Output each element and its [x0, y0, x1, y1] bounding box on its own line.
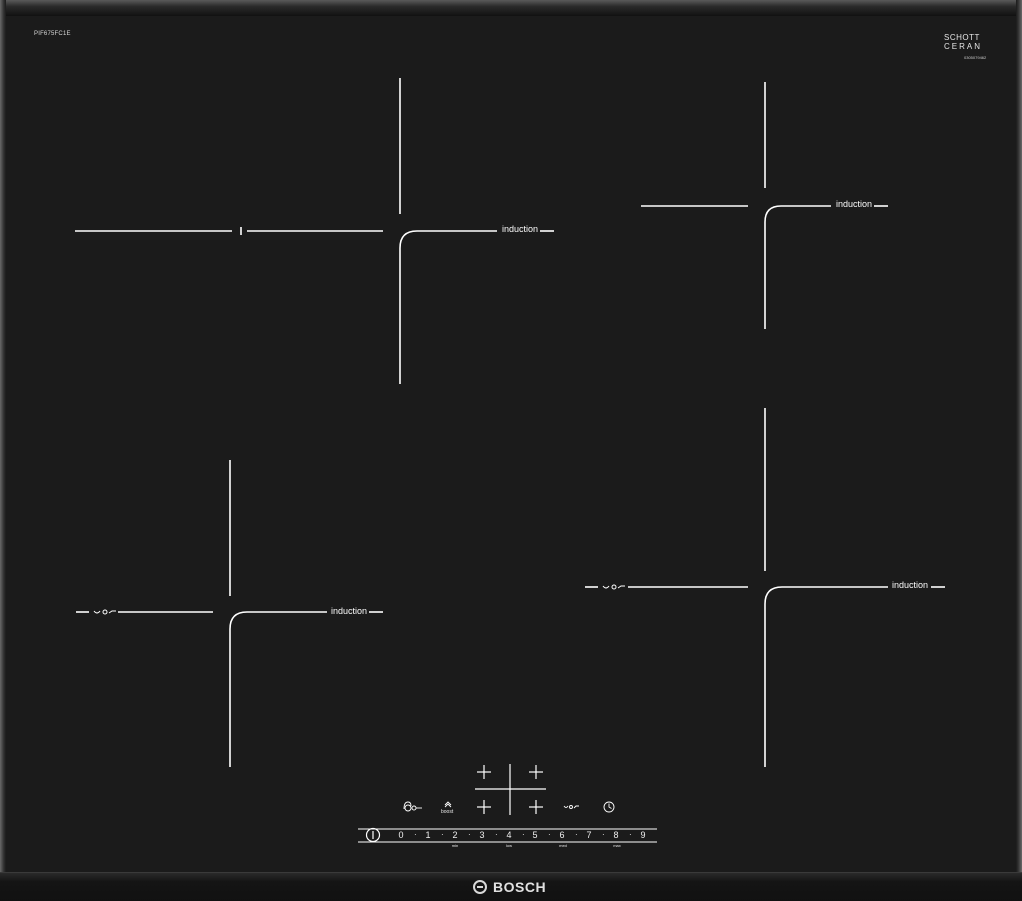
power-level-2[interactable]: 2: [448, 830, 462, 840]
scale-dot: ·: [441, 830, 444, 839]
scale-dot: ·: [522, 830, 525, 839]
power-level-5[interactable]: 5: [528, 830, 542, 840]
power-level-4[interactable]: 4: [502, 830, 516, 840]
zone-select-front-right-button[interactable]: [526, 795, 546, 819]
bosch-logo-icon: [473, 880, 487, 894]
induction-hob: PIF675FC1E SCHOTT CERAN 0305079462 induc…: [0, 0, 1022, 901]
power-level-6[interactable]: 6: [555, 830, 569, 840]
power-level-3[interactable]: 3: [475, 830, 489, 840]
childlock-button[interactable]: [400, 798, 426, 816]
zone-front-right-marking: [585, 408, 945, 767]
power-button[interactable]: [364, 826, 382, 844]
scale-sublabel-max: max: [613, 843, 621, 848]
zone-label-rear-right: induction: [836, 199, 873, 209]
powermove-icon: [93, 609, 116, 615]
boost-button[interactable]: [438, 798, 458, 818]
scale-sublabel-min: min: [451, 843, 459, 848]
power-level-9[interactable]: 9: [636, 830, 650, 840]
timer-button[interactable]: [600, 798, 618, 816]
power-level-1[interactable]: 1: [421, 830, 435, 840]
powermove-icon: [602, 584, 625, 590]
scale-dot: ·: [629, 830, 632, 839]
power-level-8[interactable]: 8: [609, 830, 623, 840]
power-level-0[interactable]: 0: [394, 830, 408, 840]
scale-dot: ·: [575, 830, 578, 839]
zone-select-rear-left-button[interactable]: [474, 760, 494, 784]
zone-front-left-marking: [75, 78, 554, 384]
brand: BOSCH: [473, 878, 546, 896]
powermove-button[interactable]: [560, 798, 582, 816]
scale-dot: ·: [468, 830, 471, 839]
zone-label-front-left: induction: [502, 224, 539, 234]
scale-dot: ·: [495, 830, 498, 839]
scale-sublabel-med: med: [559, 843, 567, 848]
zone-label-rear-left: induction: [331, 606, 368, 616]
scale-dot: ·: [602, 830, 605, 839]
scale-sublabel-low: low: [505, 843, 512, 848]
zone-label-front-right: induction: [892, 580, 929, 590]
scale-dot: ·: [414, 830, 417, 839]
zone-select-front-left-button[interactable]: [474, 795, 494, 819]
power-level-7[interactable]: 7: [582, 830, 596, 840]
zone-markings: [75, 78, 945, 843]
zone-select-rear-right-button[interactable]: [526, 760, 546, 784]
scale-dot: ·: [548, 830, 551, 839]
boost-label: boost: [441, 809, 454, 815]
brand-name: BOSCH: [493, 879, 547, 895]
